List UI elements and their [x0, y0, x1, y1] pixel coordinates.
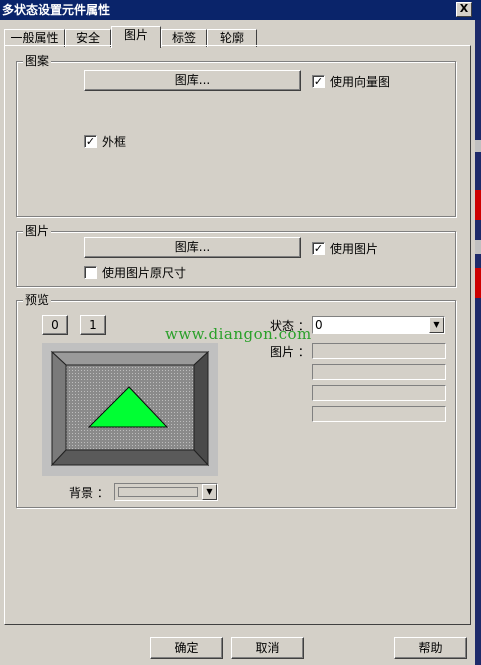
picture-group: 图片 图库... ✓ 使用图片 使用图片原尺寸 [16, 224, 456, 287]
pattern-group: 图案 图库... ✓ 使用向量图 ✓ 外框 [16, 54, 456, 217]
background-swatch [118, 487, 198, 497]
background-label: 背景 ： [69, 486, 109, 500]
use-picture-checkbox[interactable]: ✓ 使用图片 [312, 240, 378, 257]
preview-group-title: 预览 [23, 293, 52, 307]
close-button[interactable]: X [456, 2, 472, 17]
use-picture-check-mark: ✓ [312, 242, 325, 255]
state-1-button[interactable]: 1 [80, 315, 106, 335]
watermark-text: www.diangon.com [165, 325, 312, 343]
properties-dialog: 多状态设置元件属性 X 一般属性 安全 图片 标签 轮廓 图案 图库... ✓ … [0, 0, 475, 665]
title-bar[interactable]: 多状态设置元件属性 X [0, 0, 475, 20]
use-vector-check-mark: ✓ [312, 75, 325, 88]
window-title: 多状态设置元件属性 [2, 3, 111, 17]
tab-panel: 图案 图库... ✓ 使用向量图 ✓ 外框 图片 图库... ✓ 使用图片 使用… [4, 45, 471, 625]
use-vector-label: 使用向量图 [330, 75, 391, 89]
background-dropdown-arrow[interactable]: ▼ [202, 484, 217, 500]
pattern-group-title: 图案 [23, 54, 52, 68]
frame-check-mark: ✓ [84, 135, 97, 148]
preview-canvas [42, 343, 218, 476]
original-size-label: 使用图片原尺寸 [102, 266, 187, 280]
picture-field-2 [312, 364, 446, 380]
preview-shape [42, 343, 218, 476]
picture-field-4 [312, 406, 446, 422]
state-dropdown-arrow[interactable]: ▼ [429, 317, 444, 333]
picture-group-title: 图片 [23, 224, 52, 238]
original-size-check-box [84, 266, 97, 279]
use-vector-checkbox[interactable]: ✓ 使用向量图 [312, 73, 390, 90]
help-button[interactable]: 帮助 [394, 637, 467, 659]
picture-label: 图片 ： [270, 345, 310, 359]
frame-label: 外框 [102, 135, 127, 149]
background-window-edge [475, 0, 481, 665]
tab-picture[interactable]: 图片 [111, 26, 161, 48]
use-picture-label: 使用图片 [330, 242, 379, 256]
picture-field-1 [312, 343, 446, 359]
background-combo[interactable]: ▼ [114, 483, 218, 501]
state-0-button[interactable]: 0 [42, 315, 68, 335]
original-size-checkbox[interactable]: 使用图片原尺寸 [84, 264, 186, 281]
frame-checkbox[interactable]: ✓ 外框 [84, 133, 126, 150]
picture-library-button[interactable]: 图库... [84, 237, 301, 258]
pattern-library-button[interactable]: 图库... [84, 70, 301, 91]
state-value: 0 [315, 318, 323, 332]
state-combo[interactable]: 0 ▼ [312, 316, 445, 334]
ok-button[interactable]: 确定 [150, 637, 223, 659]
picture-field-3 [312, 385, 446, 401]
cancel-button[interactable]: 取消 [231, 637, 304, 659]
